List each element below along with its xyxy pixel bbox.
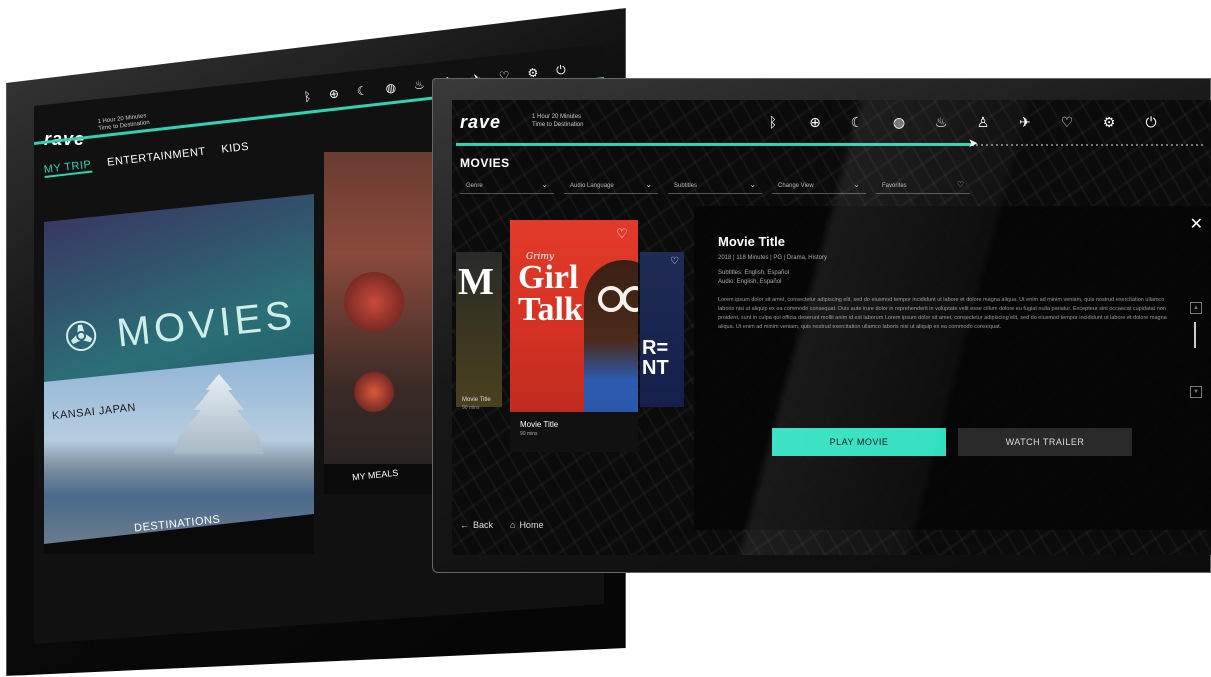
scroll-up-icon[interactable]: ▲ [1190, 302, 1202, 314]
vibration-icon[interactable]: ◍ [385, 80, 397, 96]
tab-kids[interactable]: KIDS [221, 141, 250, 158]
poster-caption-duration: 90 mins [520, 431, 538, 437]
heart-icon[interactable]: ♡ [670, 256, 679, 267]
movie-poster-selected[interactable]: Grimy Girl Talk [510, 220, 638, 412]
section-title: MOVIES [460, 156, 510, 170]
power-icon[interactable]: ⏻ [1130, 114, 1172, 131]
arrow-left-icon: ← [460, 520, 469, 530]
home-icon: ⌂ [510, 520, 516, 530]
movie-meta: 2018 | 118 Minutes | PG | Drama, History [718, 255, 827, 261]
close-icon[interactable]: ✕ [1190, 214, 1203, 234]
toolbar-icons: ᛒ ⊕ ☾ ◍ ♨ ♙ ✈ ♡ ⚙ ⏻ [752, 114, 1172, 131]
filter-bar: Genre ⌄ Audio Language ⌄ Subtitles ⌄ Change… [460, 180, 970, 194]
movies-tile-label: ✇ MOVIES [62, 292, 298, 362]
flight-time-sub: Time to Destination [532, 122, 584, 128]
tab-my-trip[interactable]: MY TRIP [43, 158, 93, 178]
poster-caption: Movie Title 90 mins [510, 412, 638, 452]
meals-tile-caption: MY MEALS [324, 464, 434, 494]
chevron-down-icon: ⌄ [541, 180, 548, 189]
poster-title: Girl Talk [518, 259, 583, 328]
movie-poster-left[interactable]: M [456, 252, 502, 407]
poster-person-image [584, 260, 638, 412]
watch-trailer-button[interactable]: WATCH TRAILER [958, 428, 1132, 456]
film-reel-icon: ✇ [62, 311, 120, 362]
bluetooth-icon[interactable]: ᛒ [752, 114, 794, 131]
filter-audio-language[interactable]: Audio Language ⌄ [564, 180, 658, 194]
filter-change-view[interactable]: Change View ⌄ [772, 180, 866, 194]
chevron-down-icon: ⌄ [645, 180, 652, 189]
meals-tile-label: MY MEALS [351, 467, 399, 483]
poster-glasses-left [598, 286, 624, 312]
description-scrollbar[interactable]: ▲ ▼ [1190, 302, 1202, 398]
vibration-icon[interactable]: ◍ [878, 114, 920, 131]
home-button[interactable]: ⌂ Home [510, 520, 547, 530]
moon-icon[interactable]: ☾ [836, 114, 878, 131]
tablet-front-screen: rave 1 Hour 20 Minutes Time to Destinati… [452, 100, 1211, 555]
poster-left-letter: M [458, 261, 494, 303]
settings-icon[interactable]: ⚙ [1088, 114, 1130, 131]
logo: rave [460, 112, 502, 132]
tablet-front: rave 1 Hour 20 Minutes Time to Destinati… [432, 78, 1211, 573]
power-icon[interactable]: ⏻ [555, 63, 566, 79]
movie-detail-panel: ✕ Movie Title 2018 | 118 Minutes | PG | … [694, 206, 1211, 530]
drop-icon[interactable]: ♨ [413, 77, 425, 93]
plane-progress-icon: ➤ [968, 136, 979, 150]
tab-entertainment[interactable]: ENTERTAINMENT [107, 146, 207, 171]
header: rave 1 Hour 20 Minutes Time to Destinati… [452, 100, 1211, 144]
movie-description: Lorem ipsum dolor sit amet, consectetur … [718, 297, 1167, 330]
globe-icon[interactable]: ⊕ [328, 86, 340, 102]
flight-progress-fill [456, 143, 974, 146]
heart-icon[interactable]: ♡ [1046, 114, 1088, 131]
globe-icon[interactable]: ⊕ [794, 114, 836, 131]
chevron-down-icon: ⌄ [853, 180, 860, 189]
bluetooth-icon[interactable]: ᛒ [303, 89, 312, 105]
heart-icon[interactable]: ♡ [616, 226, 628, 242]
filter-genre[interactable]: Genre ⌄ [460, 180, 554, 194]
heart-icon: ♡ [956, 180, 964, 189]
flight-time: 1 Hour 20 Minutes Time to Destination [532, 113, 583, 129]
poster-right-letters: R= NT [642, 337, 669, 379]
movie-audio: Audio: English, Español [718, 279, 782, 285]
filter-subtitles[interactable]: Subtitles ⌄ [668, 180, 762, 194]
back-button[interactable]: ← Back [460, 520, 497, 530]
play-movie-button[interactable]: PLAY MOVIE [772, 428, 946, 456]
drop-icon[interactable]: ♨ [920, 114, 962, 131]
meals-tile[interactable] [324, 152, 434, 492]
flight-time-value: 1 Hour 20 Minutes [532, 114, 582, 120]
accessibility-icon[interactable]: ♙ [962, 114, 1004, 131]
poster-left-duration: 90 mins [462, 405, 480, 411]
chevron-down-icon: ⌄ [749, 180, 756, 189]
filter-favorites[interactable]: Favorites ♡ [876, 180, 970, 194]
movie-poster-right[interactable]: ♡ R= NT [640, 252, 684, 407]
scrollbar-thumb[interactable] [1194, 322, 1196, 348]
movie-title: Movie Title [718, 234, 785, 249]
poster-left-title: Movie Title [462, 397, 491, 403]
movie-subtitles: Subtitles: English, Español [718, 270, 790, 276]
plane-icon[interactable]: ✈ [1004, 114, 1046, 131]
moon-icon[interactable]: ☾ [356, 83, 368, 99]
scroll-down-icon[interactable]: ▼ [1190, 386, 1202, 398]
poster-caption-title: Movie Title [520, 420, 559, 429]
